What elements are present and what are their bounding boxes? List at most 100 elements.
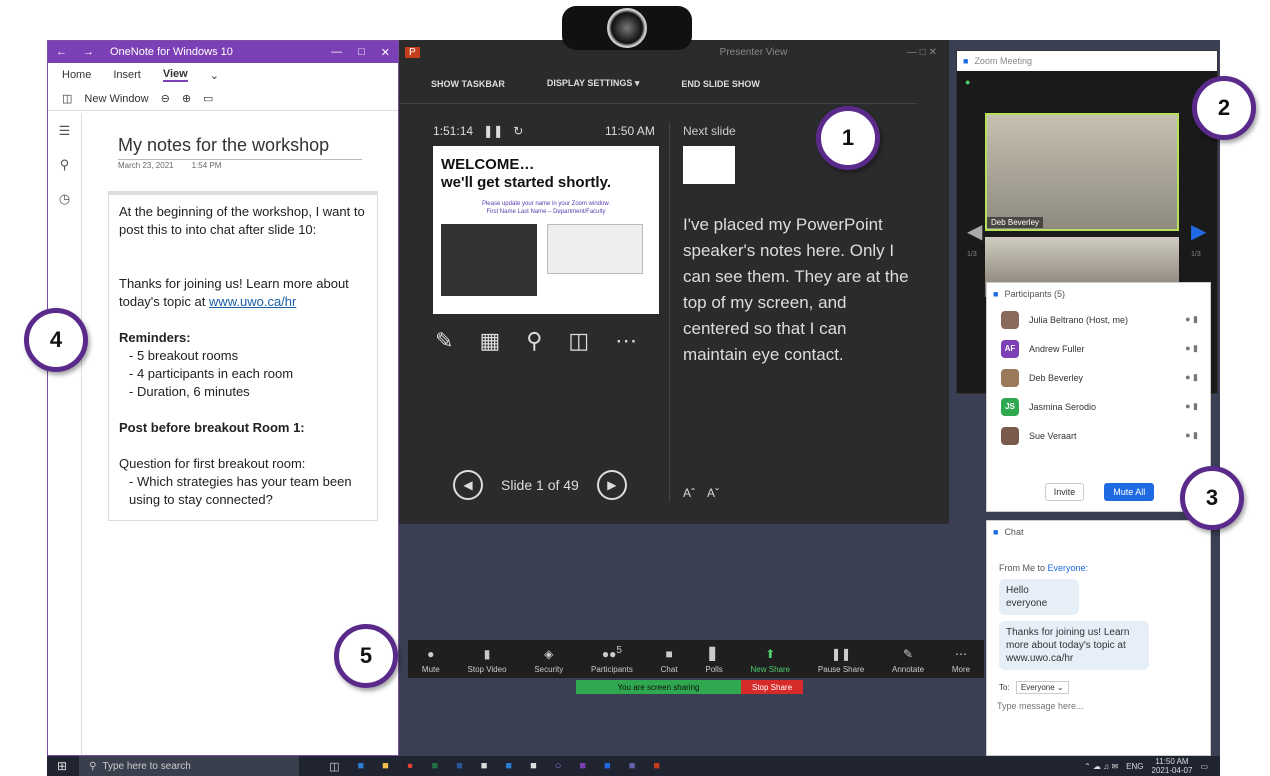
next-page-icon[interactable]: ▶ xyxy=(1191,219,1206,244)
camera-icon[interactable]: ■ xyxy=(481,760,488,773)
black-screen-icon[interactable]: ◫ xyxy=(568,328,589,354)
menu-home[interactable]: Home xyxy=(62,69,91,81)
reminders-heading: Reminders: xyxy=(119,330,191,345)
polls-button[interactable]: ▋ Polls xyxy=(705,647,722,674)
chrome-icon[interactable]: ● xyxy=(407,760,414,773)
mic-video-icon[interactable]: ● ▮ xyxy=(1185,314,1198,325)
minimize-icon[interactable]: — xyxy=(323,46,350,58)
font-size-controls: Aˆ Aˇ xyxy=(683,486,719,500)
previous-slide-icon[interactable]: ◀ xyxy=(453,470,483,500)
taskbar-search[interactable]: ⚲ Type here to search xyxy=(79,756,300,776)
reset-icon[interactable]: ↻ xyxy=(513,124,523,138)
mute-button[interactable]: ● Mute xyxy=(422,647,440,674)
more-button[interactable]: ⋯ More xyxy=(952,647,970,674)
zoom-in-icon[interactable]: ⊕ xyxy=(182,92,191,105)
calendar-icon[interactable]: ■ xyxy=(505,760,512,773)
notebooks-icon[interactable]: ☰ xyxy=(59,123,71,139)
tray-icons[interactable]: ⌃ ☁ ♫ ✉ xyxy=(1084,762,1118,771)
zoom-out-icon[interactable]: ⊖ xyxy=(161,92,170,105)
chat-button[interactable]: ■ Chat xyxy=(661,647,678,674)
windows-start-icon[interactable]: ⊞ xyxy=(57,759,67,773)
mute-all-button[interactable]: Mute All xyxy=(1104,483,1155,501)
mic-video-icon[interactable]: ● ▮ xyxy=(1185,430,1198,441)
menu-insert[interactable]: Insert xyxy=(113,69,141,81)
pause-share-button[interactable]: ❚❚ Pause Share xyxy=(818,647,864,674)
onenote-icon[interactable]: ■ xyxy=(579,760,586,773)
active-speaker-video[interactable] xyxy=(985,113,1179,231)
participant-name: Deb Beverley xyxy=(1029,372,1084,383)
pause-icon[interactable]: ❚❚ xyxy=(483,124,503,138)
teams-icon[interactable]: ■ xyxy=(629,760,636,773)
back-icon[interactable]: ← xyxy=(48,46,75,58)
new-window-button[interactable]: New Window xyxy=(84,93,148,105)
magnify-icon[interactable]: ⚲ xyxy=(526,328,542,354)
participant-row[interactable]: JS Jasmina Serodio ● ▮ xyxy=(987,392,1210,421)
people-icon: ●●5 xyxy=(601,645,622,661)
chat-input[interactable] xyxy=(997,701,1197,711)
participants-panel: ■ Participants (5) Julia Beltrano (Host,… xyxy=(986,282,1211,512)
stop-video-button[interactable]: ▮ Stop Video xyxy=(468,647,507,674)
more-options-icon[interactable]: ⋯ xyxy=(615,328,637,354)
recipient-select[interactable]: Everyone ⌄ xyxy=(1015,681,1069,694)
recent-icon[interactable]: ◷ xyxy=(59,191,70,207)
maximize-icon[interactable]: □ xyxy=(350,46,373,58)
page-icon[interactable]: ▭ xyxy=(203,92,213,105)
avatar: AF xyxy=(1001,339,1019,358)
participant-row[interactable]: Julia Beltrano (Host, me) ● ▮ xyxy=(987,305,1210,334)
forward-icon[interactable]: → xyxy=(75,46,102,58)
stop-share-button[interactable]: Stop Share xyxy=(741,680,803,694)
note-date-text: March 23, 2021 xyxy=(118,161,174,170)
previous-page-icon[interactable]: ◀ xyxy=(967,219,982,244)
participant-row[interactable]: AF Andrew Fuller ● ▮ xyxy=(987,334,1210,363)
avatar xyxy=(1001,426,1019,445)
annotate-button[interactable]: ✎ Annotate xyxy=(892,647,924,674)
all-slides-icon[interactable]: ▦ xyxy=(479,328,500,354)
end-slide-show-button[interactable]: END SLIDE SHOW xyxy=(681,79,760,89)
participants-title: Participants (5) xyxy=(1004,289,1065,299)
decrease-font-icon[interactable]: Aˇ xyxy=(707,486,719,500)
new-share-button[interactable]: ⬆ New Share xyxy=(751,647,791,674)
windows-taskbar: ⊞ ⚲ Type here to search ◫ ■ ■ ● ■ ■ ■ ■ ■… xyxy=(47,756,1220,776)
paint-icon[interactable]: ■ xyxy=(530,760,537,773)
task-view-icon[interactable]: ◫ xyxy=(329,760,339,773)
increase-font-icon[interactable]: Aˆ xyxy=(683,486,695,500)
next-slide-thumbnail[interactable] xyxy=(683,146,735,184)
note-title[interactable]: My notes for the workshop xyxy=(118,135,362,160)
invite-button[interactable]: Invite xyxy=(1044,483,1085,501)
pen-icon[interactable]: ✎ xyxy=(435,328,453,354)
chevron-down-icon[interactable]: ⌄ xyxy=(210,69,219,82)
file-explorer-icon[interactable]: ■ xyxy=(382,760,389,773)
mic-video-icon[interactable]: ● ▮ xyxy=(1185,401,1198,412)
zoom-icon[interactable]: ■ xyxy=(604,760,611,773)
display-settings-button[interactable]: DISPLAY SETTINGS ▾ xyxy=(547,78,640,89)
language-indicator[interactable]: ENG xyxy=(1126,762,1143,771)
mic-video-icon[interactable]: ● ▮ xyxy=(1185,343,1198,354)
next-slide-icon[interactable]: ▶ xyxy=(596,470,627,500)
onenote-sidebar: ☰ ⚲ ◷ xyxy=(48,113,82,755)
note-content[interactable]: At the beginning of the workshop, I want… xyxy=(108,191,378,521)
notifications-icon[interactable]: ▭ xyxy=(1200,762,1208,771)
share-arrow-icon: ⬆ xyxy=(765,647,776,661)
participants-button[interactable]: ●●5 Participants xyxy=(591,645,633,674)
webcam-device xyxy=(562,6,692,50)
show-taskbar-button[interactable]: SHOW TASKBAR xyxy=(431,79,505,89)
window-controls-icon[interactable]: — □ ✕ xyxy=(907,47,949,58)
outlook-icon[interactable]: ■ xyxy=(357,760,364,773)
excel-icon[interactable]: ■ xyxy=(431,760,438,773)
new-window-icon[interactable]: ◫ xyxy=(62,92,72,105)
note-link[interactable]: www.uwo.ca/hr xyxy=(209,294,296,309)
menu-view[interactable]: View xyxy=(162,68,188,82)
avatar: JS xyxy=(1001,397,1019,416)
word-icon[interactable]: ■ xyxy=(456,760,463,773)
participant-row[interactable]: Deb Beverley ● ▮ xyxy=(987,363,1210,392)
participant-row[interactable]: Sue Veraart ● ▮ xyxy=(987,421,1210,450)
participants-titlebar: ■ Participants (5) xyxy=(987,283,1210,305)
powerpoint-icon[interactable]: ■ xyxy=(653,760,660,773)
cortana-icon[interactable]: ○ xyxy=(555,760,562,773)
mic-video-icon[interactable]: ● ▮ xyxy=(1185,372,1198,383)
security-button[interactable]: ◈ Security xyxy=(534,647,563,674)
search-icon[interactable]: ⚲ xyxy=(60,157,70,173)
close-icon[interactable]: ✕ xyxy=(373,46,398,59)
clock[interactable]: 11:50 AM 2021-04-07 xyxy=(1152,757,1193,775)
note-date: March 23, 2021 1:54 PM xyxy=(118,161,221,170)
